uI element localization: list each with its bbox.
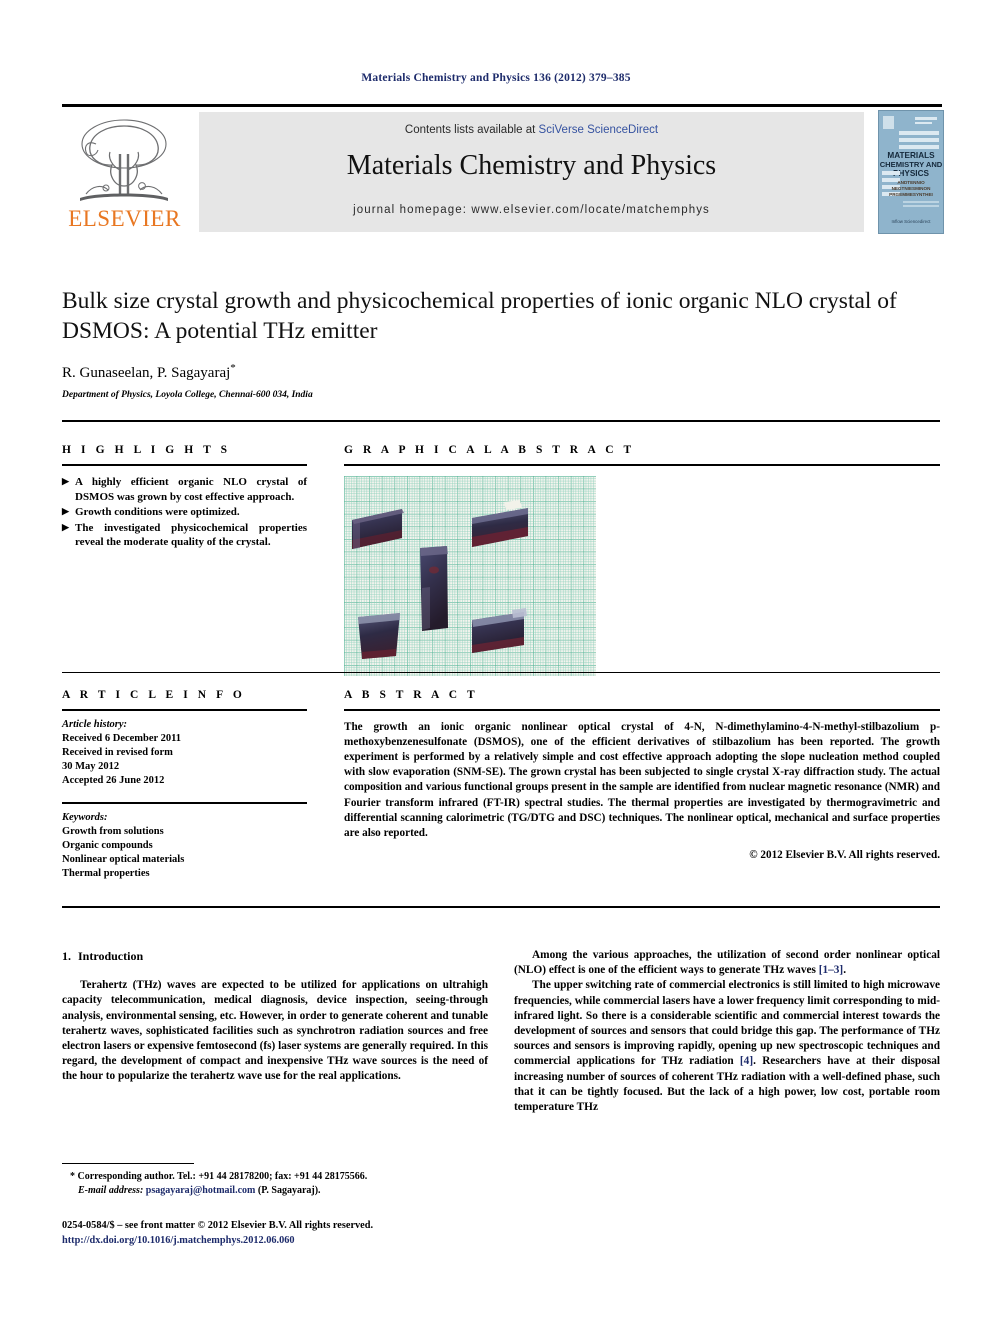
keywords-rule <box>62 801 307 804</box>
history-item: 30 May 2012 <box>62 760 120 772</box>
paragraph: The upper switching rate of commercial e… <box>514 978 940 1115</box>
footnote-rule <box>62 1163 194 1164</box>
contents-available-line: Contents lists available at SciVerse Sci… <box>199 124 864 136</box>
journal-homepage-link[interactable]: journal homepage: www.elsevier.com/locat… <box>199 204 864 216</box>
cover-subtitle-1: ANDTENNIO <box>897 180 925 185</box>
article-history-block: Article history: Received 6 December 201… <box>62 718 307 788</box>
article-history-label: Article history: <box>62 719 128 730</box>
footnote-block: * Corresponding author. Tel.: +91 44 281… <box>62 1170 488 1198</box>
abstract-top-rule <box>62 672 940 673</box>
doi-link[interactable]: http://dx.doi.org/10.1016/j.matchemphys.… <box>62 1234 562 1249</box>
graphical-abstract-section: G R A P H I C A L A B S T R A C T <box>344 444 940 676</box>
highlights-rule <box>62 464 307 466</box>
highlights-section: H I G H L I G H T S ▶ A highly efficient… <box>62 444 307 551</box>
footer-block: 0254-0584/$ – see front matter © 2012 El… <box>62 1219 562 1249</box>
history-item: Accepted 26 June 2012 <box>62 774 165 786</box>
cover-subtitle-3: PRGEMMESYNTHEI <box>889 192 933 197</box>
highlight-text: The investigated physicochemical propert… <box>75 521 307 549</box>
author-list: R. Gunaseelan, P. Sagayaraj* <box>62 362 940 382</box>
keywords-block: Keywords: Growth from solutions Organic … <box>62 811 307 881</box>
elsevier-wordmark: ELSEVIER <box>68 206 181 231</box>
article-info-heading: A R T I C L E I N F O <box>62 689 246 701</box>
section-heading: 1. Introduction <box>62 948 488 964</box>
keyword-item: Thermal properties <box>62 867 150 879</box>
introduction-column-right: Among the various approaches, the utiliz… <box>514 948 940 1115</box>
abstract-section: A B S T R A C T The growth an ionic orga… <box>344 689 940 861</box>
contents-prefix: Contents lists available at <box>404 124 539 136</box>
footnote-marker: * <box>70 1171 75 1182</box>
masthead-band: Contents lists available at SciVerse Sci… <box>199 112 864 232</box>
section-title-text: Introduction <box>78 949 144 963</box>
abstract-bottom-rule <box>62 906 940 908</box>
running-head: Materials Chemistry and Physics 136 (201… <box>361 72 631 84</box>
elsevier-tree-icon <box>80 119 168 201</box>
journal-cover-thumbnail: MATERIALS CHEMISTRY AND PHYSICS ANDTENNI… <box>878 110 944 234</box>
keyword-item: Growth from solutions <box>62 825 164 837</box>
highlight-text: Growth conditions were optimized. <box>75 506 240 519</box>
article-page: Materials Chemistry and Physics 136 (201… <box>0 0 992 1323</box>
list-item: ▶ The investigated physicochemical prope… <box>62 521 307 550</box>
paragraph-text-b: . <box>843 964 847 977</box>
highlights-list: ▶ A highly efficient organic NLO crystal… <box>62 475 307 550</box>
citation-link[interactable]: [4] <box>740 1055 753 1067</box>
issn-line: 0254-0584/$ – see front matter © 2012 El… <box>62 1220 374 1231</box>
elsevier-logo: ELSEVIER <box>62 112 187 232</box>
email-suffix: (P. Sagayaraj). <box>257 1184 321 1196</box>
crystal-3 <box>420 546 448 631</box>
email-note: E-mail address: psagayaraj@hotmail.com (… <box>62 1184 488 1198</box>
paragraph-text-a: Among the various approaches, the utiliz… <box>514 949 940 977</box>
triangle-bullet-icon: ▶ <box>62 506 69 517</box>
paragraph: Terahertz (THz) waves are expected to be… <box>62 979 488 1083</box>
graphical-abstract-rule <box>344 464 940 466</box>
introduction-column-left: 1. Introduction Terahertz (THz) waves are… <box>62 948 488 1084</box>
corresponding-author-text: Corresponding author. Tel.: +91 44 28178… <box>77 1171 368 1182</box>
triangle-bullet-icon: ▶ <box>62 521 69 532</box>
cover-subtitle-2: NEGTNIESMINON <box>891 186 931 191</box>
sciencedirect-link[interactable]: SciVerse ScienceDirect <box>539 124 659 136</box>
abstract-rule <box>344 709 940 711</box>
history-item: Received in revised form <box>62 746 173 758</box>
list-item: ▶ A highly efficient organic NLO crystal… <box>62 475 307 504</box>
keyword-item: Organic compounds <box>62 839 153 851</box>
journal-masthead: ELSEVIER Contents lists available at Sci… <box>62 104 944 234</box>
cover-title-line2: CHEMISTRY AND <box>879 160 943 169</box>
abstract-copyright: © 2012 Elsevier B.V. All rights reserved… <box>749 848 940 861</box>
highlight-text: A highly efficient organic NLO crystal o… <box>75 476 307 503</box>
email-link[interactable]: psagayaraj@hotmail.com <box>146 1185 256 1196</box>
email-label: E-mail address: <box>78 1184 144 1196</box>
paragraph: Among the various approaches, the utiliz… <box>514 948 940 978</box>
keyword-item: Nonlinear optical materials <box>62 853 185 865</box>
history-item: Received 6 December 2011 <box>62 732 182 744</box>
author-names: R. Gunaseelan, P. Sagayaraj <box>62 365 231 381</box>
corresponding-author-note: * Corresponding author. Tel.: +91 44 281… <box>62 1170 488 1184</box>
abstract-heading: A B S T R A C T <box>344 689 479 701</box>
info-top-rule <box>62 420 940 422</box>
affiliation: Department of Physics, Loyola College, C… <box>62 390 313 400</box>
list-item: ▶ Growth conditions were optimized. <box>62 505 307 520</box>
cover-footer: Inflow Sciencedirect <box>891 219 931 224</box>
abstract-text: The growth an ionic organic nonlinear op… <box>344 721 940 839</box>
keywords-label: Keywords: <box>62 811 108 823</box>
highlights-heading: H I G H L I G H T S <box>62 444 231 456</box>
graphical-abstract-heading: G R A P H I C A L A B S T R A C T <box>344 444 635 456</box>
article-info-rule <box>62 709 307 711</box>
journal-title: Materials Chemistry and Physics <box>346 150 717 181</box>
masthead-top-rule <box>62 104 942 107</box>
crystal-4 <box>358 613 400 659</box>
citation-link[interactable]: [1–3] <box>819 964 843 976</box>
page-title: Bulk size crystal growth and physicochem… <box>62 288 897 345</box>
triangle-bullet-icon: ▶ <box>62 476 69 486</box>
corresponding-author-marker: * <box>230 362 236 374</box>
article-info-section: A R T I C L E I N F O Article history: R… <box>62 689 307 881</box>
crystal-photo <box>344 476 596 676</box>
section-number: 1. <box>62 949 71 963</box>
graphical-abstract-image <box>344 476 596 676</box>
